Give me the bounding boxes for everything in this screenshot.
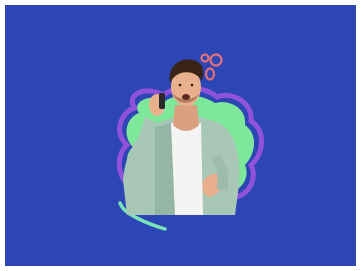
illustration — [116, 53, 264, 231]
ad-banner — [5, 5, 356, 266]
ring-decoration-icon — [200, 53, 223, 81]
person-photo — [123, 59, 240, 215]
